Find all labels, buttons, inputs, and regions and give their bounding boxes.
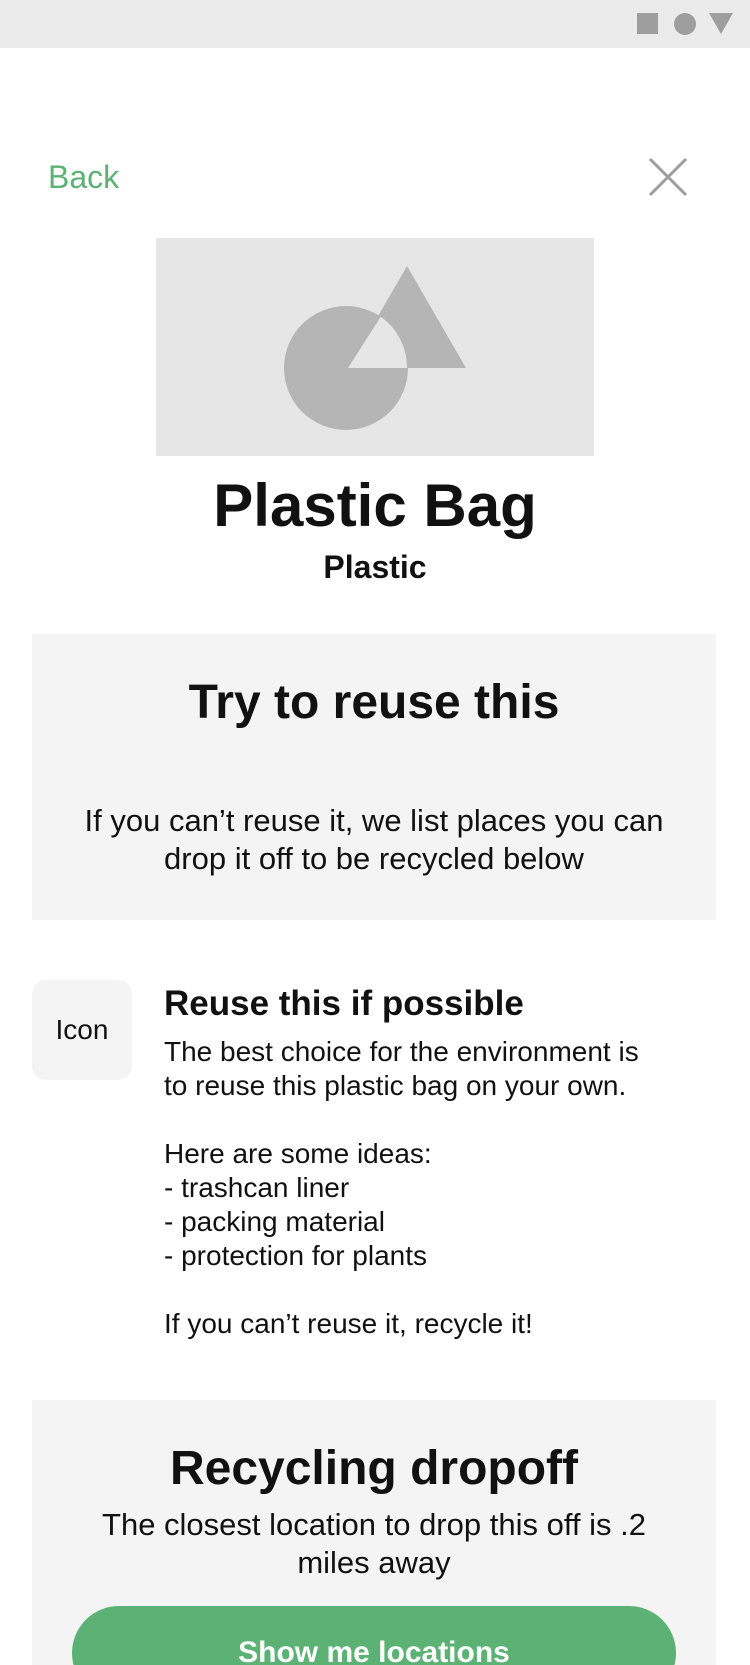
close-icon bbox=[648, 157, 688, 197]
item-image bbox=[156, 238, 594, 456]
item-category: Plastic bbox=[323, 549, 427, 585]
tip-heading: Reuse this if possible bbox=[164, 984, 524, 1023]
tip-icon: Icon bbox=[32, 980, 132, 1080]
tip-icon-label: Icon bbox=[55, 1014, 109, 1045]
tip-line: - protection for plants bbox=[164, 1240, 428, 1271]
tip-line bbox=[164, 1103, 724, 1137]
tip-body: The best choice for the environment is t… bbox=[164, 1035, 724, 1341]
tip-line: to reuse this plastic bag on your own. bbox=[164, 1070, 627, 1101]
back-button[interactable]: Back bbox=[48, 155, 119, 199]
dropoff-heading: Recycling dropoff bbox=[169, 1442, 579, 1495]
tip-line: If you can’t reuse it, recycle it! bbox=[164, 1308, 533, 1339]
tip-line: - packing material bbox=[164, 1206, 385, 1237]
tip-line: Here are some ideas: bbox=[164, 1138, 432, 1169]
dropoff-card: Recycling dropoff The closest location t… bbox=[32, 1400, 716, 1665]
triangle-icon bbox=[709, 13, 733, 34]
reuse-card-heading: Try to reuse this bbox=[188, 676, 560, 729]
image-placeholder-icon bbox=[284, 266, 466, 430]
status-bar bbox=[0, 0, 750, 48]
reuse-card-text: If you can’t reuse it, we list places yo… bbox=[84, 803, 664, 876]
item-title: Plastic Bag bbox=[213, 472, 537, 539]
show-locations-button[interactable]: Show me locations bbox=[72, 1606, 676, 1665]
tip-line: - trashcan liner bbox=[164, 1172, 350, 1203]
tip-line: The best choice for the environment is bbox=[164, 1036, 639, 1067]
square-icon bbox=[637, 13, 658, 34]
dropoff-text: The closest location to drop this off is… bbox=[102, 1507, 646, 1580]
tip-line bbox=[164, 1273, 724, 1307]
circle-icon bbox=[674, 13, 696, 35]
close-button[interactable] bbox=[648, 157, 688, 197]
reuse-card: Try to reuse this If you can’t reuse it,… bbox=[32, 634, 716, 920]
